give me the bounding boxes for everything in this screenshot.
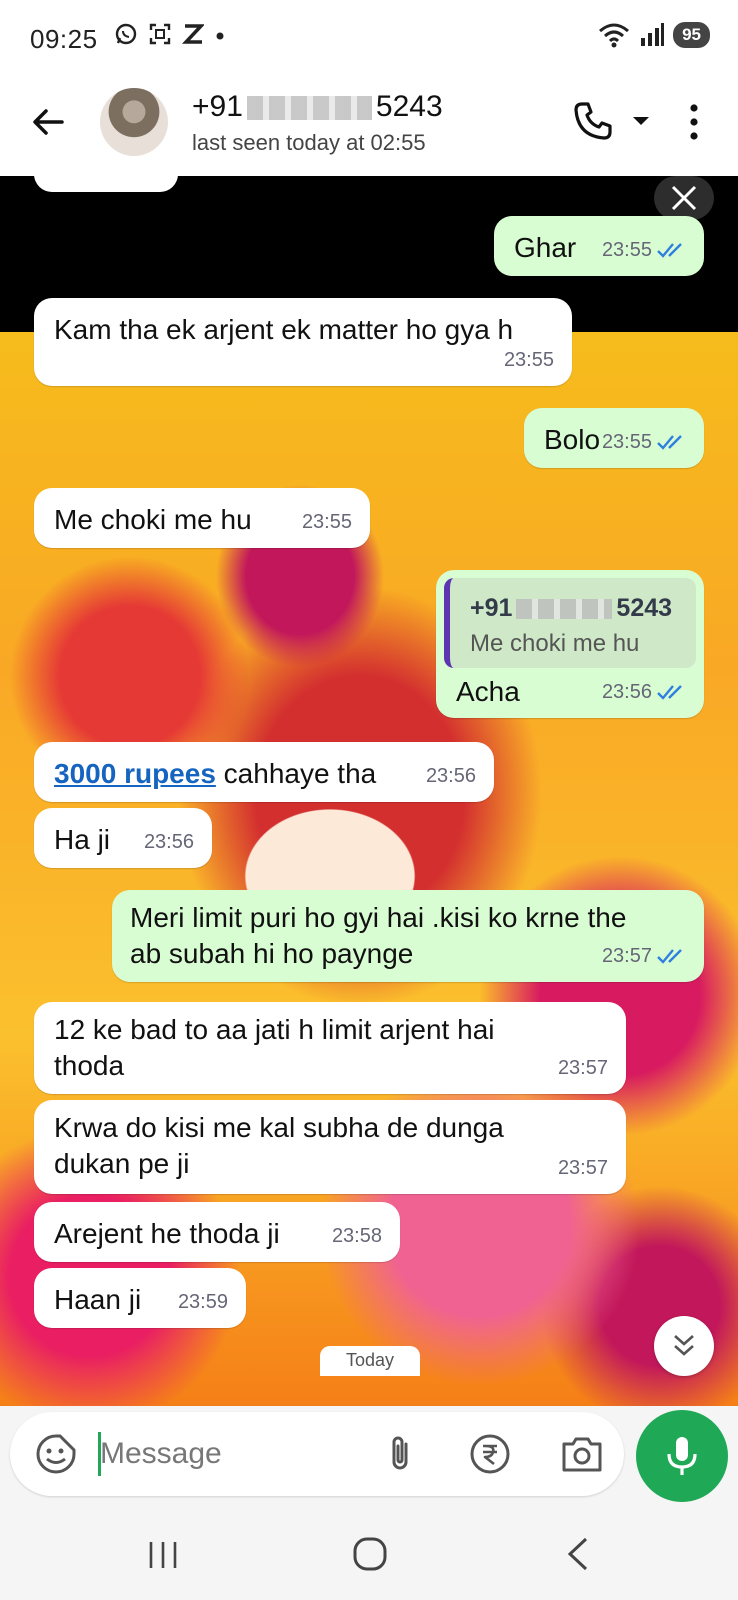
incoming-message[interactable]: Arejent he thoda ji 23:58 xyxy=(34,1202,400,1262)
camera-icon[interactable] xyxy=(558,1432,606,1476)
quoted-sender: +91 5243 xyxy=(470,590,672,626)
last-seen-status: last seen today at 02:55 xyxy=(192,130,426,155)
message-text: 3000 rupees cahhaye tha xyxy=(54,756,376,792)
status-time: 09:25 xyxy=(30,24,98,54)
rupee-payment-icon[interactable] xyxy=(468,1432,512,1476)
quoted-message[interactable]: +91 5243 Me choki me hu xyxy=(444,578,696,668)
dot-icon xyxy=(216,32,224,40)
outgoing-message[interactable]: Ghar 23:55 xyxy=(494,216,704,276)
quoted-text: Me choki me hu xyxy=(470,630,640,657)
read-ticks-icon xyxy=(657,685,682,700)
quoted-sender-prefix: +91 xyxy=(470,594,513,622)
incoming-message[interactable]: 12 ke bad to aa jati h limit arjent hai … xyxy=(34,1002,626,1094)
incoming-message[interactable]: 3000 rupees cahhaye tha 23:56 xyxy=(34,742,494,802)
message-time: 23:55 xyxy=(301,511,352,533)
screenshot-icon xyxy=(149,23,171,45)
status-notification-icons xyxy=(114,22,226,46)
phone-icon[interactable] xyxy=(572,100,614,142)
read-ticks-icon xyxy=(657,243,682,258)
contact-name[interactable]: +91 5243 xyxy=(192,90,443,124)
back-arrow-icon[interactable] xyxy=(28,102,68,142)
message-text: Bolo xyxy=(544,424,601,455)
message-text-line1: Meri limit puri ho gyi hai .kisi ko krne… xyxy=(130,902,627,933)
message-text-line1: 12 ke bad to aa jati h limit arjent hai xyxy=(54,1014,495,1045)
signal-icon xyxy=(641,23,665,46)
message-text-rest: cahhaye tha xyxy=(215,758,377,789)
date-divider-chip: Today xyxy=(320,1346,420,1376)
message-text: Kam tha ek arjent ek matter ho gya h xyxy=(54,314,514,345)
sticker-emoji-icon[interactable] xyxy=(34,1432,78,1476)
recent-apps-icon[interactable] xyxy=(146,1540,180,1570)
double-chevron-down-icon xyxy=(674,1335,694,1356)
message-time: 23:55 xyxy=(108,176,158,186)
paperclip-icon[interactable] xyxy=(378,1432,422,1476)
message-time: 23:56 xyxy=(425,765,476,787)
redacted-number-block xyxy=(246,96,372,121)
message-meta: 23:55 xyxy=(602,424,686,460)
outgoing-message[interactable]: Bolo 23:55 xyxy=(524,408,704,468)
scroll-to-bottom-button[interactable] xyxy=(654,1316,714,1376)
message-time: 23:55 xyxy=(503,349,554,371)
incoming-message[interactable]: Ha ji 23:56 xyxy=(34,808,212,868)
home-icon[interactable] xyxy=(352,1536,388,1572)
outgoing-message[interactable]: Meri limit puri ho gyi hai .kisi ko krne… xyxy=(112,890,704,982)
chat-header: +91 5243 last seen today at 02:55 xyxy=(0,78,738,176)
message-input[interactable] xyxy=(100,1424,360,1484)
message-time: 23:57 xyxy=(557,1157,608,1179)
message-composer xyxy=(10,1412,624,1496)
quoted-sender-suffix: 5243 xyxy=(616,594,673,622)
message-time: 23:59 xyxy=(177,1291,228,1313)
status-system-icons: 95 xyxy=(597,22,710,48)
contact-name-suffix: 5243 xyxy=(375,90,443,123)
chevron-down-icon[interactable] xyxy=(630,110,652,132)
message-meta: 23:56 xyxy=(602,674,686,710)
incoming-message[interactable]: Kam tha ek arjent ek matter ho gya h 23:… xyxy=(34,298,572,386)
incoming-message[interactable]: Haan ji 23:59 xyxy=(34,1268,246,1328)
amount-link[interactable]: 3000 rupees xyxy=(54,758,216,789)
close-icon[interactable] xyxy=(654,176,714,220)
message-time: 23:57 xyxy=(557,1057,608,1079)
more-options-icon[interactable] xyxy=(682,100,706,144)
whatsapp-icon xyxy=(115,23,137,45)
message-text-line2: ab subah hi ho paynge xyxy=(130,938,414,969)
wifi-icon xyxy=(599,23,630,48)
incoming-message[interactable]: Krwa do kisi me kal subha de dunga dukan… xyxy=(34,1100,626,1194)
message-text-line2: dukan pe ji xyxy=(54,1148,190,1179)
message-text: Ha ji xyxy=(54,824,111,855)
message-time: 23:56 xyxy=(601,681,652,703)
message-text-line2: thoda xyxy=(54,1050,125,1081)
outgoing-reply-message[interactable]: +91 5243 Me choki me hu Acha 23:56 xyxy=(436,570,704,718)
message-meta: 23:57 xyxy=(602,938,686,974)
message-text: Arejent he thoda ji xyxy=(54,1218,280,1249)
battery-level: 95 xyxy=(673,22,710,48)
contact-avatar[interactable] xyxy=(100,88,168,156)
redacted-number-block xyxy=(516,599,613,620)
message-time: 23:55 xyxy=(601,239,652,261)
nav-back-icon[interactable] xyxy=(564,1536,590,1572)
message-text: Ghar xyxy=(514,232,577,263)
read-ticks-icon xyxy=(657,949,682,964)
message-time: 23:56 xyxy=(143,831,194,853)
partial-message-bubble: 23:55 xyxy=(34,176,178,192)
z-icon xyxy=(182,24,204,44)
incoming-message[interactable]: Me choki me hu 23:55 xyxy=(34,488,370,548)
contact-name-prefix: +91 xyxy=(192,90,243,123)
system-navigation-bar xyxy=(0,1510,738,1600)
microphone-icon xyxy=(667,1437,697,1475)
read-ticks-icon xyxy=(657,435,682,450)
voice-record-button[interactable] xyxy=(636,1410,728,1502)
message-text-line1: Krwa do kisi me kal subha de dunga xyxy=(54,1112,504,1143)
message-text: Me choki me hu xyxy=(54,504,252,535)
message-time: 23:58 xyxy=(331,1225,382,1247)
message-text: Acha xyxy=(456,676,520,707)
message-meta: 23:55 xyxy=(602,232,686,268)
chat-area[interactable]: 23:55 Ghar 23:55 Kam tha ek arjent ek ma… xyxy=(0,176,738,1406)
message-time: 23:57 xyxy=(601,945,652,967)
status-bar: 09:25 95 xyxy=(0,0,738,78)
message-time: 23:55 xyxy=(601,431,652,453)
message-text: Haan ji xyxy=(54,1284,142,1315)
